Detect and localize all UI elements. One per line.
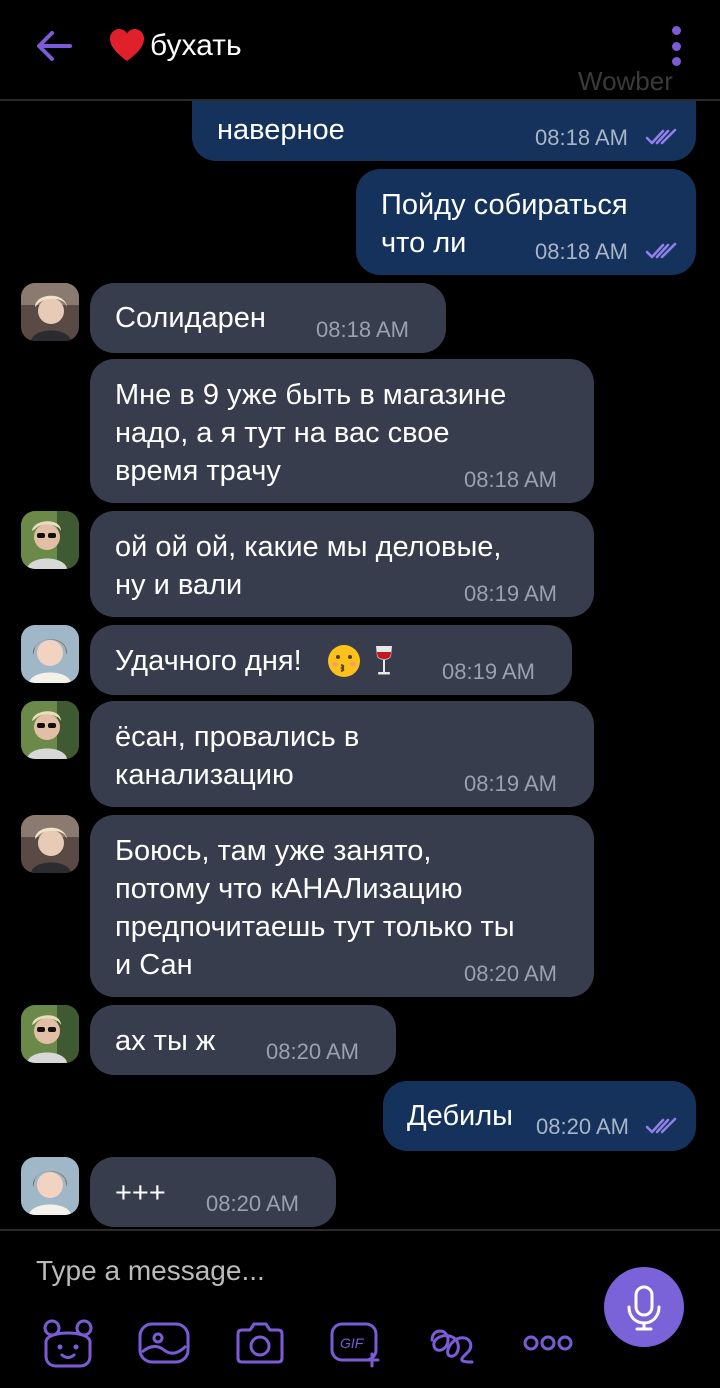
avatar[interactable] (21, 815, 79, 873)
message-text: Удачного дня! (115, 645, 302, 677)
avatar-blond-icon (21, 283, 79, 341)
more-button[interactable] (520, 1318, 576, 1368)
message-text: Дебилы (407, 1100, 514, 1132)
gallery-button[interactable] (136, 1318, 192, 1368)
message-bubble-outgoing[interactable]: наверное 08:18 AM (192, 101, 696, 161)
message-bubble-incoming[interactable]: +++ 08:20 AM (90, 1157, 336, 1227)
image-icon (138, 1322, 190, 1364)
message-time: 08:19 AM (464, 581, 557, 606)
wine-glass-icon (376, 646, 392, 675)
gif-icon: GIF (330, 1322, 380, 1368)
message-text: ах ты ж (115, 1025, 216, 1057)
message-text: Солидарен (115, 302, 266, 334)
back-button[interactable] (30, 26, 78, 66)
camera-icon (236, 1322, 284, 1364)
chat-header: бухать Wowber (0, 0, 720, 100)
message-time: 08:18 AM (535, 239, 628, 264)
message-time: 08:18 AM (535, 125, 628, 150)
read-check-icon (645, 242, 677, 259)
menu-dot-icon (671, 26, 681, 35)
watermark: Wowber (578, 66, 673, 96)
message-bubble-incoming[interactable]: ах ты ж 08:20 AM (90, 1005, 396, 1075)
message-time: 08:18 AM (316, 317, 409, 342)
message-text: +++ (115, 1177, 166, 1209)
avatar[interactable] (21, 625, 79, 683)
chat-title-area[interactable]: бухать (108, 24, 242, 68)
message-time: 08:19 AM (464, 771, 557, 796)
message-bubble-outgoing[interactable]: Пойду собираться что ли 08:18 AM (356, 169, 696, 275)
message-list[interactable]: наверное 08:18 AM Пойду собираться что л… (0, 101, 720, 1229)
microphone-icon (627, 1285, 661, 1331)
doodle-button[interactable] (424, 1318, 480, 1368)
message-text: ой ой ой, какие мы деловые, ну и вали (115, 531, 502, 601)
message-time: 08:20 AM (536, 1114, 629, 1139)
message-bubble-incoming[interactable]: ой ой ой, какие мы деловые, ну и вали 08… (90, 511, 594, 617)
doodle-icon (430, 1329, 474, 1364)
message-bubble-incoming[interactable]: Солидарен 08:18 AM (90, 283, 446, 353)
message-bubble-incoming[interactable]: Удачного дня! 08:19 AM (90, 625, 572, 695)
camera-button[interactable] (232, 1318, 288, 1368)
message-text: наверное (217, 114, 345, 146)
message-time: 08:20 AM (206, 1191, 299, 1216)
avatar-girl-icon (21, 1157, 79, 1215)
message-text: ёсан, провались в канализацию (115, 721, 360, 791)
back-arrow-icon (37, 31, 72, 61)
kissing-face-icon (328, 645, 360, 677)
more-options-button[interactable] (664, 26, 688, 66)
avatar[interactable] (21, 701, 79, 759)
menu-dot-icon (671, 41, 681, 51)
more-icon (523, 1335, 573, 1351)
message-time: 08:19 AM (442, 659, 535, 684)
avatar-blond-icon (21, 815, 79, 873)
sticker-button[interactable] (40, 1318, 96, 1368)
message-time: 08:20 AM (464, 961, 557, 986)
message-time: 08:20 AM (266, 1039, 359, 1064)
chat-title: бухать (150, 29, 242, 62)
message-bubble-outgoing[interactable]: Дебилы 08:20 AM (383, 1081, 696, 1151)
gif-button[interactable]: GIF (328, 1318, 384, 1368)
heart-icon (109, 28, 145, 62)
sticker-bear-icon (43, 1319, 93, 1368)
avatar[interactable] (21, 511, 79, 569)
avatar-sunglasses-icon (21, 701, 79, 759)
message-bubble-incoming[interactable]: Мне в 9 уже быть в магазине надо, а я ту… (90, 359, 594, 503)
avatar[interactable] (21, 1005, 79, 1063)
avatar-girl-icon (21, 625, 79, 683)
read-check-icon (645, 1117, 677, 1134)
message-bubble-incoming[interactable]: ёсан, провались в канализацию 08:19 AM (90, 701, 594, 807)
menu-dot-icon (671, 57, 681, 66)
message-text: Мне в 9 уже быть в магазине надо, а я ту… (115, 379, 507, 487)
avatar[interactable] (21, 283, 79, 341)
message-time: 08:18 AM (464, 467, 557, 492)
voice-message-button[interactable] (604, 1267, 684, 1347)
message-bubble-incoming[interactable]: Боюсь, там уже занято, потому что кАНАЛи… (90, 815, 594, 997)
svg-text:GIF: GIF (340, 1335, 365, 1351)
message-input[interactable] (34, 1248, 558, 1294)
message-text: Боюсь, там уже занято, потому что кАНАЛи… (115, 835, 515, 981)
read-check-icon (645, 128, 677, 145)
avatar-sunglasses-icon (21, 1005, 79, 1063)
avatar[interactable] (21, 1157, 79, 1215)
avatar-sunglasses-icon (21, 511, 79, 569)
